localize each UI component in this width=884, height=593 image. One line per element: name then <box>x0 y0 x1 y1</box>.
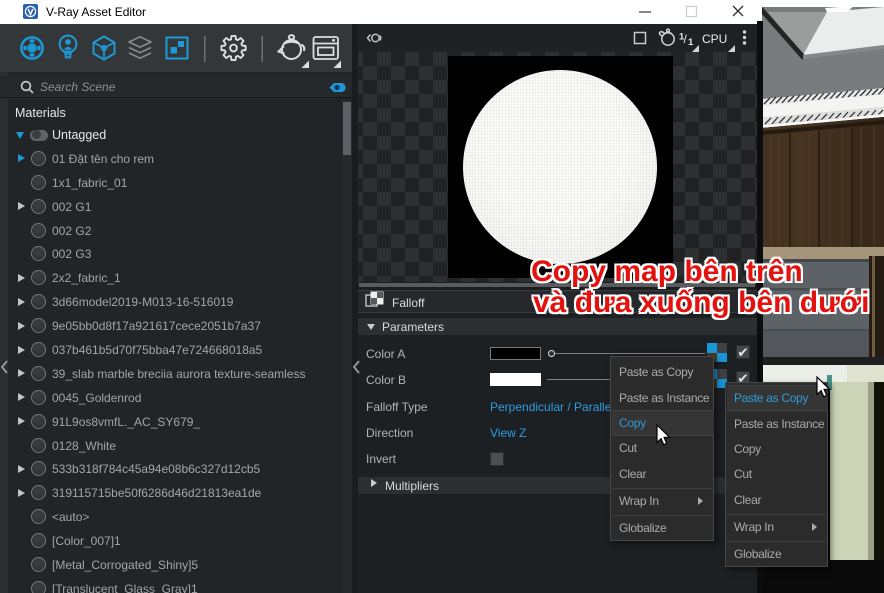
svg-text:CPU: CPU <box>702 32 727 46</box>
svg-text:1: 1 <box>688 37 694 48</box>
svg-text:/: / <box>684 32 688 46</box>
